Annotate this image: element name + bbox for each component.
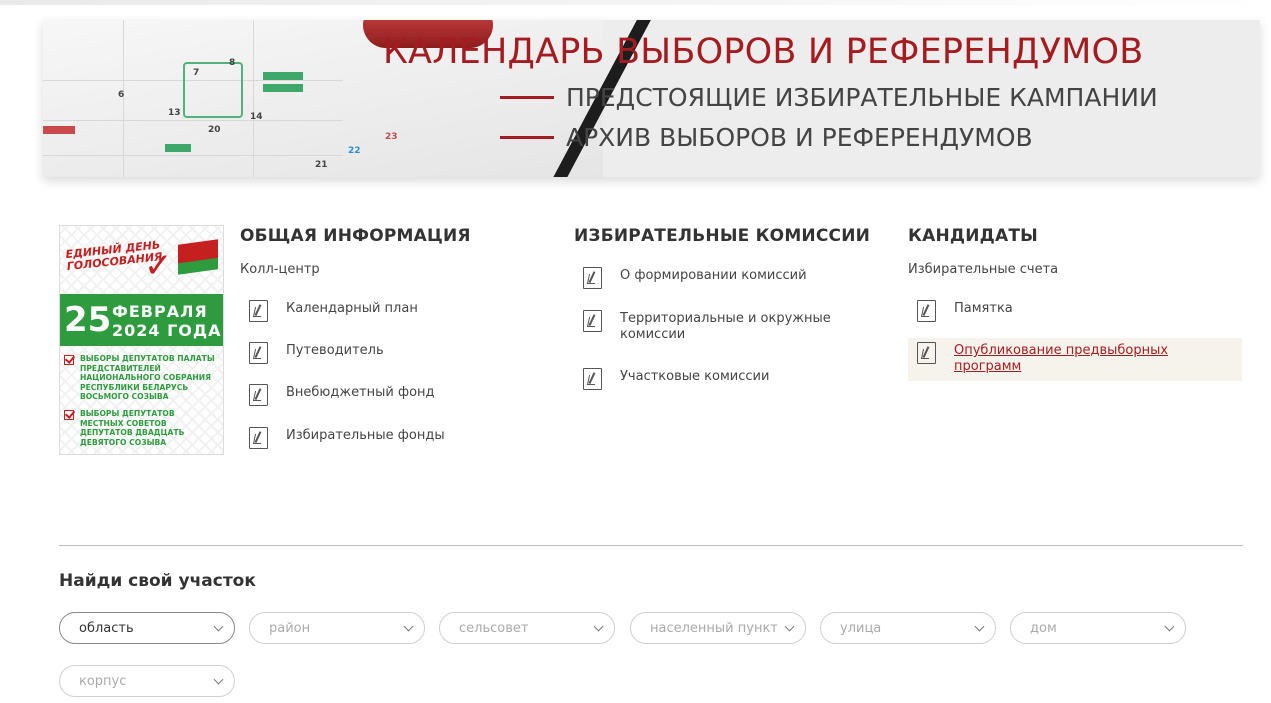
chevron-down-icon — [974, 621, 985, 632]
chevron-down-icon — [403, 621, 414, 632]
doc-election-funds[interactable]: Избирательные фонды — [249, 427, 445, 449]
pdf-icon — [249, 384, 268, 406]
poster-year: 2024 ГОДА — [112, 321, 222, 340]
elections-calendar-banner[interactable]: 6 7 8 13 14 20 21 22 23 КАЛЕНДАРЬ ВЫБОРО… — [43, 20, 1260, 177]
pdf-icon — [249, 342, 268, 364]
checkbox-icon — [64, 355, 74, 365]
doc-guide[interactable]: Путеводитель — [249, 342, 384, 364]
pdf-icon — [917, 300, 936, 322]
doc-programs-publication[interactable]: Опубликование предвыборных программ — [908, 338, 1242, 381]
banner-title[interactable]: КАЛЕНДАРЬ ВЫБОРОВ И РЕФЕРЕНДУМОВ — [383, 32, 1143, 72]
doc-territorial-commissions[interactable]: Территориальные и окружные комиссии — [583, 310, 843, 343]
find-precinct-title: Найди свой участок — [59, 571, 256, 591]
pdf-icon — [917, 342, 936, 364]
select-region[interactable]: область — [59, 612, 235, 644]
select-village-council[interactable]: сельсовет — [439, 612, 615, 644]
checkbox-icon — [64, 410, 74, 420]
elections-archive-link[interactable]: АРХИВ ВЫБОРОВ И РЕФЕРЕНДУМОВ — [500, 123, 1033, 152]
doc-extrabudget-fund[interactable]: Внебюджетный фонд — [249, 384, 435, 406]
dash-decoration — [500, 136, 554, 139]
select-house[interactable]: дом — [1010, 612, 1186, 644]
poster-month: ФЕВРАЛЯ — [112, 302, 208, 321]
poster-item: ВЫБОРЫ ДЕПУТАТОВ МЕСТНЫХ СОВЕТОВ ДЕПУТАТ… — [64, 409, 216, 447]
candidates-title: КАНДИДАТЫ — [908, 226, 1038, 246]
select-locality[interactable]: населенный пункт — [630, 612, 806, 644]
commissions-title: ИЗБИРАТЕЛЬНЫЕ КОМИССИИ — [574, 226, 871, 246]
pdf-icon — [583, 368, 602, 390]
top-strip — [0, 0, 1271, 5]
pdf-icon — [249, 427, 268, 449]
chevron-down-icon — [593, 621, 604, 632]
dash-decoration — [500, 96, 554, 99]
commissions-section: ИЗБИРАТЕЛЬНЫЕ КОМИССИИ — [574, 226, 870, 248]
pdf-icon — [249, 300, 268, 322]
chevron-down-icon — [1164, 621, 1175, 632]
general-info-title: ОБЩАЯ ИНФОРМАЦИЯ — [240, 226, 471, 246]
election-accounts-link[interactable]: Избирательные счета — [908, 262, 1058, 277]
unified-voting-day-poster[interactable]: ЕДИНЫЙ ДЕНЬ ГОЛОСОВАНИЯ ✓ 25 ФЕВРАЛЯ 202… — [59, 225, 224, 455]
pdf-icon — [583, 310, 602, 332]
section-divider — [59, 545, 1243, 546]
doc-calendar-plan[interactable]: Календарный план — [249, 300, 418, 322]
chevron-down-icon — [213, 674, 224, 685]
select-district[interactable]: район — [249, 612, 425, 644]
doc-commission-formation[interactable]: О формировании комиссий — [583, 267, 807, 289]
general-info-section: ОБЩАЯ ИНФОРМАЦИЯ Колл-центр — [240, 226, 471, 277]
chevron-down-icon — [784, 621, 795, 632]
select-building[interactable]: корпус — [59, 665, 235, 697]
elections-archive-label[interactable]: АРХИВ ВЫБОРОВ И РЕФЕРЕНДУМОВ — [566, 123, 1033, 152]
upcoming-campaigns-link[interactable]: ПРЕДСТОЯЩИЕ ИЗБИРАТЕЛЬНЫЕ КАМПАНИИ — [500, 83, 1158, 112]
poster-day: 25 — [64, 300, 112, 340]
candidates-section: КАНДИДАТЫ Избирательные счета — [908, 226, 1058, 277]
doc-precinct-commissions[interactable]: Участковые комиссии — [583, 368, 769, 390]
call-center-link[interactable]: Колл-центр — [240, 262, 471, 277]
pdf-icon — [583, 267, 602, 289]
chevron-down-icon — [213, 621, 224, 632]
checkmark-icon: ✓ — [144, 246, 173, 286]
doc-memo[interactable]: Памятка — [917, 300, 1013, 322]
upcoming-campaigns-label[interactable]: ПРЕДСТОЯЩИЕ ИЗБИРАТЕЛЬНЫЕ КАМПАНИИ — [566, 83, 1158, 112]
poster-date-band: 25 ФЕВРАЛЯ 2024 ГОДА — [60, 294, 223, 346]
poster-item: ВЫБОРЫ ДЕПУТАТОВ ПАЛАТЫ ПРЕДСТАВИТЕЛЕЙ Н… — [64, 354, 216, 402]
select-street[interactable]: улица — [820, 612, 996, 644]
